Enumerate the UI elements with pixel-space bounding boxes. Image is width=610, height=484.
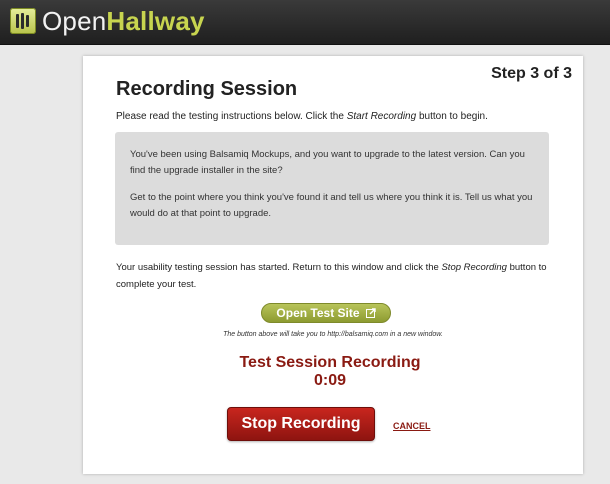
open-test-site-button[interactable]: Open Test Site <box>261 303 391 323</box>
intro-text: Please read the testing instructions bel… <box>116 111 488 122</box>
instruction-goal: Get to the point where you think you've … <box>130 192 533 219</box>
status-emphasis: Stop Recording <box>441 262 507 273</box>
external-link-icon <box>365 308 376 318</box>
openhallway-logo-icon <box>10 8 36 34</box>
intro-text-start: Please read the testing instructions bel… <box>116 111 347 122</box>
logo-open: Open <box>42 6 107 36</box>
intro-emphasis: Start Recording <box>346 111 417 122</box>
logo-hallway: Hallway <box>106 6 205 36</box>
cancel-link[interactable]: CANCEL <box>393 421 431 431</box>
status-text: Your usability testing session has start… <box>116 259 556 293</box>
open-test-site-label: Open Test Site <box>276 306 360 320</box>
app-header: OpenHallway <box>0 0 610 45</box>
recording-session-panel: Step 3 of 3 Recording Session Please rea… <box>83 56 583 474</box>
open-site-note: The button above will take you to http:/… <box>223 331 443 338</box>
stop-recording-label: Stop Recording <box>241 415 361 432</box>
stop-recording-button[interactable]: Stop Recording <box>227 407 375 441</box>
recording-title: Test Session Recording <box>239 354 421 371</box>
logo-text[interactable]: OpenHallway <box>42 6 205 36</box>
page-title: Recording Session <box>116 78 298 100</box>
status-text-start: Your usability testing session has start… <box>116 262 442 273</box>
recording-timer: 0:09 <box>313 372 347 389</box>
instructions-box: You've been using Balsamiq Mockups, and … <box>115 132 549 245</box>
intro-text-end: button to begin. <box>416 111 488 122</box>
instruction-task: You've been using Balsamiq Mockups, and … <box>130 149 525 176</box>
step-indicator: Step 3 of 3 <box>491 65 572 82</box>
